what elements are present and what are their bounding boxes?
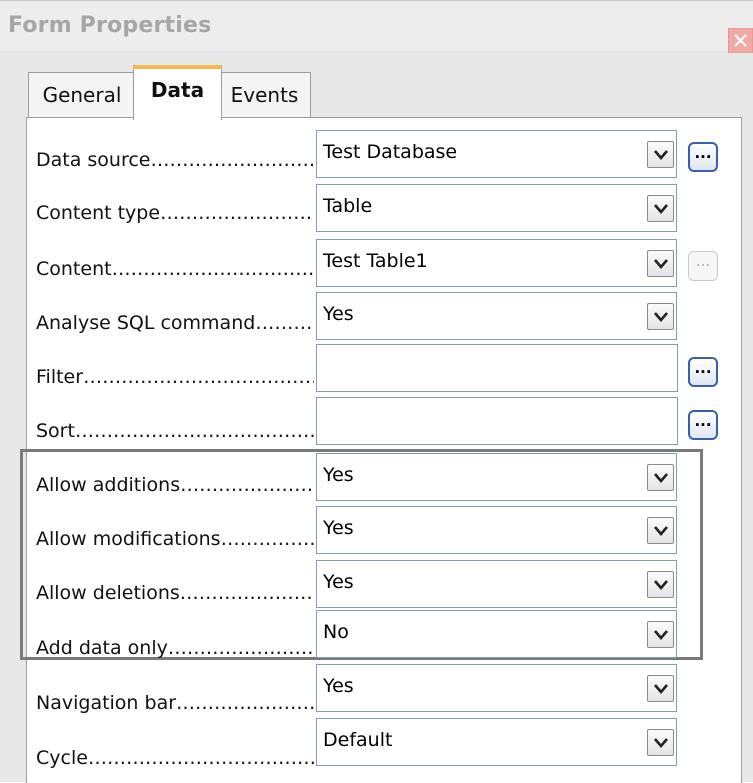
analyse-sql-command-dropdown-button[interactable] [647, 303, 674, 330]
data-source-select[interactable]: Test Database [316, 130, 677, 178]
cycle-value: Default [323, 729, 393, 751]
chevron-down-icon [654, 684, 668, 694]
label-content-type: Content type…………………………………… [36, 202, 314, 224]
chevron-down-icon [654, 312, 668, 322]
navigation-bar-select[interactable]: Yes [316, 664, 677, 712]
data-source-value: Test Database [323, 141, 458, 163]
tab-general[interactable]: General [28, 72, 136, 117]
content-type-select[interactable]: Table [316, 184, 677, 232]
allow-deletions-value: Yes [323, 571, 354, 593]
label-allow-modifications: Allow modifications…………………………………… [36, 528, 314, 550]
label-sort: Sort…………………………………………………… [36, 420, 314, 442]
content-browse-button: ... [688, 251, 718, 281]
data-source-browse-button[interactable]: ... [688, 142, 718, 172]
content-dropdown-button[interactable] [647, 250, 674, 277]
label-navigation-bar: Navigation bar…………………………………… [36, 692, 314, 714]
add-data-only-dropdown-button[interactable] [647, 621, 674, 648]
label-allow-additions: Allow additions…………………………………… [36, 474, 314, 496]
analyse-sql-command-value: Yes [323, 303, 354, 325]
content-value: Test Table1 [323, 250, 428, 272]
add-data-only-value: No [323, 621, 349, 643]
navigation-bar-value: Yes [323, 675, 354, 697]
content-type-dropdown-button[interactable] [647, 195, 674, 222]
chevron-down-icon [654, 580, 668, 590]
chevron-down-icon [654, 738, 668, 748]
tab-data[interactable]: Data [133, 65, 222, 120]
allow-deletions-select[interactable]: Yes [316, 560, 677, 608]
sort-input[interactable] [316, 397, 678, 445]
cycle-select[interactable]: Default [316, 718, 677, 766]
add-data-only-select[interactable]: No [316, 610, 677, 658]
filter-browse-button[interactable]: ... [688, 357, 718, 387]
window-title: Form Properties [8, 13, 212, 38]
sort-browse-button[interactable]: ... [688, 410, 718, 440]
allow-additions-value: Yes [323, 464, 354, 486]
chevron-down-icon [654, 526, 668, 536]
label-allow-deletions: Allow deletions…………………………………… [36, 582, 314, 604]
allow-deletions-dropdown-button[interactable] [647, 571, 674, 598]
allow-modifications-value: Yes [323, 517, 354, 539]
navigation-bar-dropdown-button[interactable] [647, 675, 674, 702]
tab-events[interactable]: Events [218, 72, 311, 117]
content-select[interactable]: Test Table1 [316, 239, 677, 287]
analyse-sql-command-select[interactable]: Yes [316, 292, 677, 340]
chevron-down-icon [654, 630, 668, 640]
close-button[interactable] [728, 28, 753, 53]
cycle-dropdown-button[interactable] [647, 729, 674, 756]
allow-modifications-dropdown-button[interactable] [647, 517, 674, 544]
label-content: Content…………………………………… [36, 258, 314, 280]
form-properties-window: Form Properties General Events Data Data… [0, 0, 753, 783]
allow-modifications-select[interactable]: Yes [316, 506, 677, 554]
filter-input[interactable] [316, 344, 678, 392]
label-filter: Filter…………………………………………………… [36, 366, 314, 388]
chevron-down-icon [654, 259, 668, 269]
chevron-down-icon [654, 204, 668, 214]
content-type-value: Table [323, 195, 373, 217]
label-data-source: Data source…………………………………… [36, 149, 314, 171]
label-add-data-only: Add data only…………………………………… [36, 637, 314, 659]
label-cycle: Cycle…………………………………………………… [36, 747, 314, 769]
data-source-dropdown-button[interactable] [647, 141, 674, 168]
allow-additions-select[interactable]: Yes [316, 453, 677, 501]
chevron-down-icon [654, 150, 668, 160]
title-bar: Form Properties [0, 1, 753, 53]
label-analyse-sql-command: Analyse SQL command…………………………………… [36, 312, 314, 334]
allow-additions-dropdown-button[interactable] [647, 464, 674, 491]
close-icon [734, 34, 747, 47]
chevron-down-icon [654, 473, 668, 483]
